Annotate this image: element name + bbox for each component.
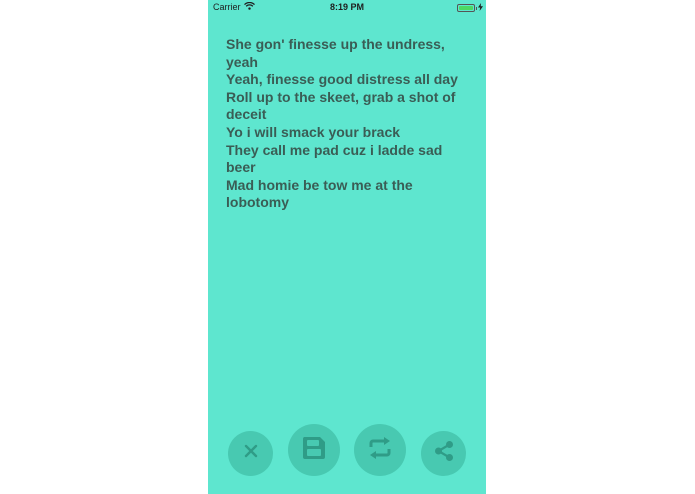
- charging-bolt-icon: [478, 3, 483, 13]
- close-icon: [243, 443, 259, 464]
- lyrics-line: They call me pad cuz i ladde sad beer: [226, 141, 443, 176]
- status-bar: Carrier 8:19 PM: [208, 0, 486, 16]
- repeat-button[interactable]: [354, 424, 406, 476]
- battery-tip: [476, 6, 477, 10]
- lyrics-line: Mad homie be tow me at the lobotomy: [226, 176, 413, 211]
- repeat-icon: [366, 436, 394, 465]
- close-button[interactable]: [228, 431, 273, 476]
- battery-fill: [459, 6, 473, 10]
- share-icon: [432, 439, 456, 468]
- screen-stage: Carrier 8:19 PM She gon' finesse up the …: [0, 0, 695, 494]
- phone-screen: Carrier 8:19 PM She gon' finesse up the …: [208, 0, 486, 494]
- battery-group: [457, 3, 483, 13]
- share-button[interactable]: [421, 431, 466, 476]
- lyrics-line: She gon' finesse up the undress, yeah: [226, 36, 445, 70]
- lyrics-line: Yeah, finesse good distress all day: [226, 71, 458, 88]
- battery-icon: [457, 4, 475, 12]
- save-button[interactable]: [288, 424, 340, 476]
- lyrics-line: Roll up to the skeet, grab a shot of dec…: [226, 88, 456, 123]
- lyrics-line: Yo i will smack your brack: [226, 123, 401, 140]
- floppy-disk-icon: [301, 435, 327, 466]
- lyrics-text: She gon' finesse up the undress, yeah Ye…: [226, 36, 471, 212]
- status-time: 8:19 PM: [329, 2, 364, 12]
